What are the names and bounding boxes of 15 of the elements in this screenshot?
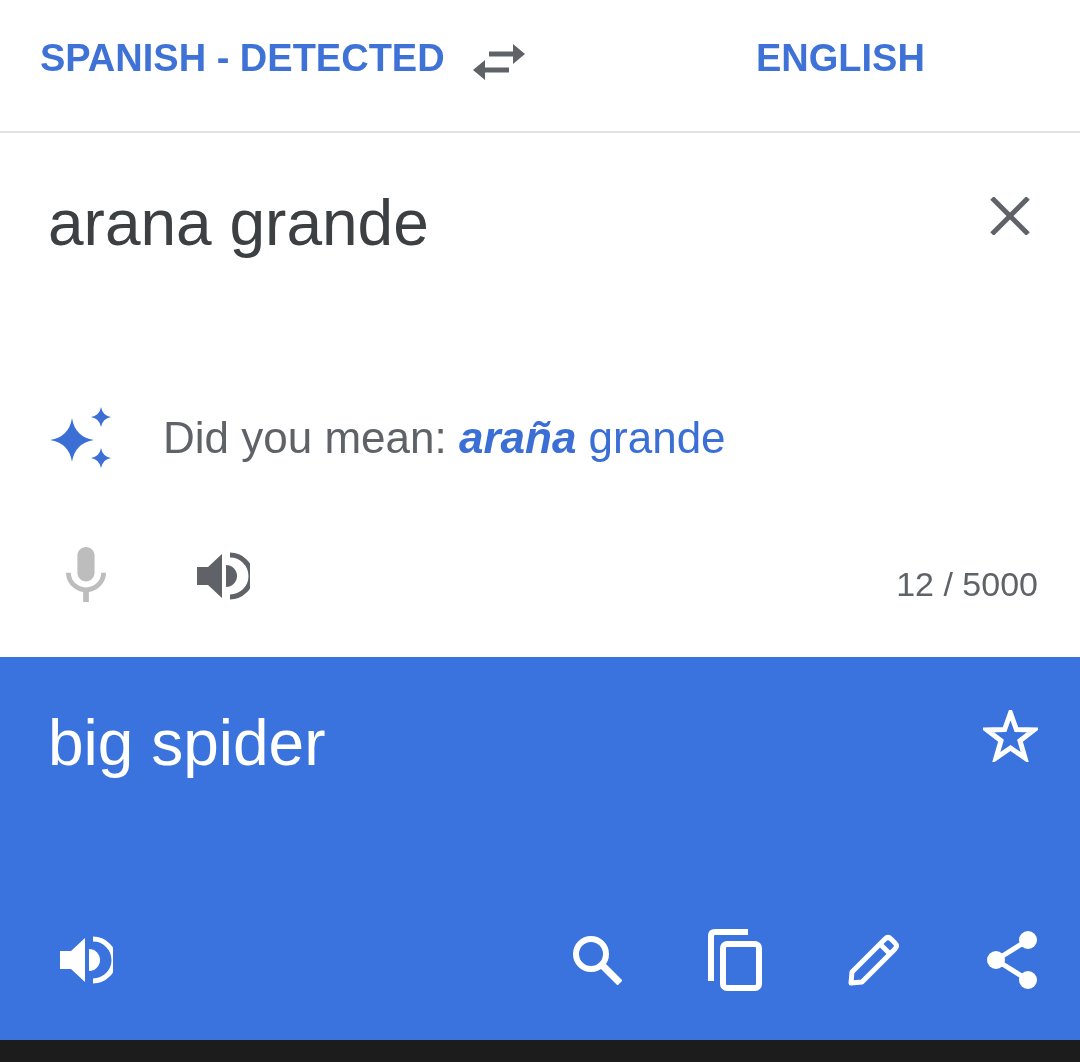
swap-icon[interactable]: [473, 44, 525, 80]
search-icon[interactable]: [572, 935, 622, 985]
character-count: 12 / 5000: [896, 567, 1038, 601]
star-icon[interactable]: [983, 710, 1038, 762]
did-you-mean-text: Did you mean: araña grande: [163, 416, 726, 460]
share-icon[interactable]: [986, 931, 1038, 989]
speaker-icon[interactable]: [197, 552, 250, 600]
target-language-button[interactable]: ENGLISH: [756, 39, 925, 77]
speaker-icon[interactable]: [60, 936, 113, 984]
close-icon[interactable]: [990, 197, 1030, 235]
sparkle-icon: [50, 407, 112, 469]
pencil-icon[interactable]: [848, 934, 900, 986]
suggestion-link[interactable]: araña grande: [458, 413, 726, 462]
copy-icon[interactable]: [708, 929, 762, 991]
source-language-button[interactable]: SPANISH - DETECTED: [40, 39, 445, 77]
